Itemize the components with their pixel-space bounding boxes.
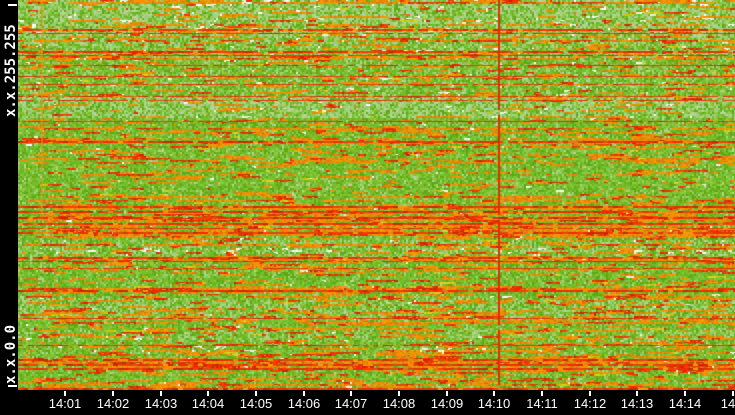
time-tick-label: 14 [720, 396, 735, 411]
time-axis: 14:01 14:02 14:03 14:04 14:05 14:06 14:07 14:08… [0, 390, 735, 415]
y-axis: x.x.255.255 x.x.0.0 [0, 0, 19, 390]
y-axis-bottom-tick [8, 385, 17, 387]
time-tick-label: 14:12 [573, 396, 607, 411]
y-axis-min-label: x.x.0.0 [3, 324, 19, 384]
y-axis-top-tick [8, 4, 17, 6]
time-tick-label: 14:04 [191, 396, 225, 411]
time-tick-label: 14:13 [620, 396, 654, 411]
time-tick-label: 14:02 [96, 396, 130, 411]
time-tick-label: 14:08 [382, 396, 416, 411]
time-tick-label: 14:09 [430, 396, 464, 411]
time-tick-label: 14:11 [526, 396, 558, 411]
time-tick-label: 14:06 [287, 396, 321, 411]
traffic-heatmap [18, 0, 735, 390]
time-tick-label: 14:14 [668, 396, 702, 411]
time-tick-label: 14:03 [144, 396, 178, 411]
network-traffic-heatmap-app: x.x.255.255 x.x.0.0 14:01 14:02 14:03 14:04… [0, 0, 735, 415]
time-tick-label: 14:10 [477, 396, 511, 411]
time-tick-label: 14:07 [334, 396, 368, 411]
time-tick-label: 14:05 [239, 396, 273, 411]
time-tick-label: 14:01 [48, 396, 82, 411]
y-axis-max-label: x.x.255.255 [3, 24, 19, 117]
